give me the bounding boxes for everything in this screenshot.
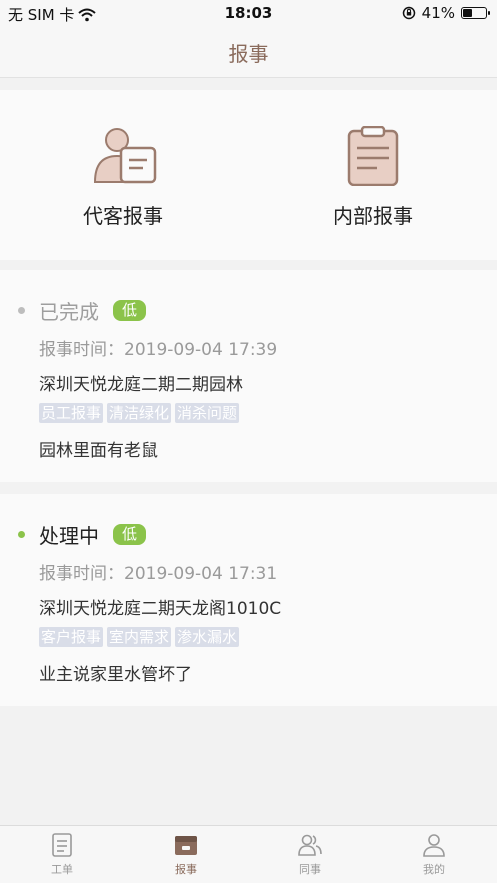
report-description: 园林里面有老鼠 bbox=[39, 441, 158, 461]
report-entry-panel: 代客报事 内部报事 bbox=[0, 90, 497, 260]
priority-badge: 低 bbox=[113, 524, 147, 545]
status-text: 已完成 bbox=[39, 300, 99, 324]
tag: 渗水漏水 bbox=[175, 627, 240, 647]
tag: 清洁绿化 bbox=[107, 403, 172, 423]
tab-report[interactable]: 报事 bbox=[146, 832, 226, 877]
report-time: 报事时间：2019-09-04 17:31 bbox=[39, 564, 278, 584]
report-icon bbox=[175, 836, 197, 855]
tag: 员工报事 bbox=[39, 403, 104, 423]
status-dot bbox=[18, 307, 25, 314]
document-icon bbox=[52, 833, 72, 857]
battery-percent: 41% bbox=[421, 4, 455, 22]
customer-report-label: 代客报事 bbox=[83, 204, 163, 228]
tab-label: 我的 bbox=[423, 863, 445, 876]
nav-bar: 报事 bbox=[0, 26, 497, 78]
page-title: 报事 bbox=[228, 42, 269, 66]
tag: 消杀问题 bbox=[175, 403, 240, 423]
tag: 室内需求 bbox=[107, 627, 172, 647]
status-bar: 无 SIM 卡 18:03 41% bbox=[0, 0, 497, 26]
tag-list: 客户报事 室内需求 渗水漏水 bbox=[39, 627, 240, 647]
battery-fill bbox=[463, 9, 473, 17]
tag-list: 员工报事 清洁绿化 消杀问题 bbox=[39, 403, 240, 423]
report-card[interactable]: 已完成 低 报事时间：2019-09-04 17:39 深圳天悦龙庭二期二期园林… bbox=[0, 270, 497, 482]
tab-work-orders[interactable]: 工单 bbox=[22, 832, 102, 877]
customer-report-button[interactable]: 代客报事 bbox=[23, 126, 223, 236]
report-location: 深圳天悦龙庭二期天龙阁1010C bbox=[39, 599, 282, 619]
status-right: 41% bbox=[402, 4, 490, 22]
rotation-lock-icon bbox=[402, 6, 415, 20]
status-text: 处理中 bbox=[39, 524, 99, 548]
tab-label: 同事 bbox=[299, 863, 321, 876]
tab-profile[interactable]: 我的 bbox=[394, 832, 474, 877]
tag: 客户报事 bbox=[39, 627, 104, 647]
tab-bar: 工单 报事 同事 我的 bbox=[0, 825, 497, 883]
tab-label: 报事 bbox=[175, 863, 197, 876]
battery-icon bbox=[461, 7, 490, 19]
internal-report-label: 内部报事 bbox=[333, 204, 413, 228]
status-dot bbox=[18, 531, 25, 538]
tab-label: 工单 bbox=[51, 863, 73, 876]
report-time: 报事时间：2019-09-04 17:39 bbox=[39, 340, 278, 360]
tab-colleagues[interactable]: 同事 bbox=[270, 832, 350, 877]
clipboard-icon bbox=[347, 126, 399, 186]
priority-badge: 低 bbox=[113, 300, 147, 321]
report-card[interactable]: 处理中 低 报事时间：2019-09-04 17:31 深圳天悦龙庭二期天龙阁1… bbox=[0, 494, 497, 706]
card-status-row: 处理中 低 bbox=[18, 520, 147, 549]
report-description: 业主说家里水管坏了 bbox=[39, 665, 192, 685]
internal-report-button[interactable]: 内部报事 bbox=[273, 126, 473, 236]
report-location: 深圳天悦龙庭二期二期园林 bbox=[39, 375, 243, 395]
person-form-icon bbox=[93, 128, 157, 184]
card-status-row: 已完成 低 bbox=[18, 296, 147, 325]
colleagues-icon bbox=[298, 834, 322, 856]
profile-icon bbox=[423, 834, 445, 857]
